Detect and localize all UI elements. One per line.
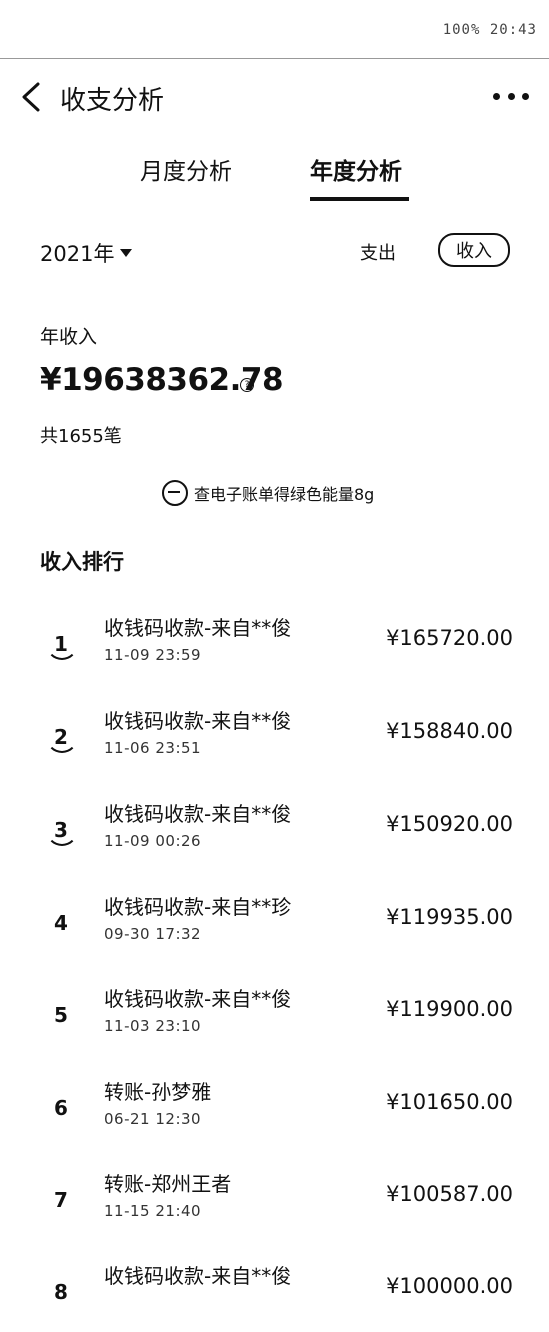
- rank-number: 8: [54, 1280, 68, 1304]
- transaction-amount: ¥158840.00: [386, 719, 513, 743]
- back-button[interactable]: [18, 80, 48, 114]
- rank-number: 2: [54, 725, 68, 749]
- chevron-left-icon: [22, 82, 40, 112]
- caret-down-icon: [120, 249, 133, 257]
- transaction-amount: ¥165720.00: [386, 626, 513, 650]
- transaction-name: 收钱码收款-来自**俊: [104, 1264, 292, 1288]
- tab-indicator: [310, 197, 409, 201]
- transaction-name: 收钱码收款-来自**俊: [104, 802, 292, 826]
- transaction-time: 11-03 23:10: [104, 1017, 202, 1035]
- annual-income-label: 年收入: [40, 326, 98, 348]
- tab-monthly[interactable]: 月度分析: [140, 152, 232, 186]
- transaction-time: 11-06 23:51: [104, 739, 202, 757]
- ebill-text: 查电子账单得绿色能量8g: [194, 485, 375, 504]
- income-toggle[interactable]: 收入: [438, 233, 510, 267]
- rank-number: 7: [54, 1188, 68, 1212]
- more-icon-dot: [522, 92, 529, 100]
- transaction-name: 收钱码收款-来自**俊: [104, 709, 292, 733]
- transaction-time: 09-30 17:32: [104, 925, 202, 943]
- rank-number: 5: [54, 1003, 68, 1027]
- help-icon[interactable]: ?: [240, 378, 254, 392]
- transaction-name: 转账-孙梦雅: [104, 1080, 212, 1104]
- tab-yearly[interactable]: 年度分析: [310, 152, 402, 186]
- list-item[interactable]: 7 转账-郑州王者 11-15 21:40 ¥100587.00: [0, 1160, 549, 1240]
- transaction-amount: ¥119900.00: [386, 997, 513, 1021]
- list-item[interactable]: 2 收钱码收款-来自**俊 11-06 23:51 ¥158840.00: [0, 697, 549, 777]
- more-icon-dot: [507, 92, 515, 100]
- page-title: 收支分析: [60, 86, 165, 116]
- transaction-amount: ¥101650.00: [386, 1090, 513, 1114]
- status-text: 100% 20:43: [442, 22, 537, 38]
- transaction-name: 收钱码收款-来自**珍: [104, 895, 292, 919]
- list-item[interactable]: 1 收钱码收款-来自**俊 11-09 23:59 ¥165720.00: [0, 604, 549, 684]
- transaction-amount: ¥100587.00: [386, 1182, 513, 1206]
- transaction-name: 收钱码收款-来自**俊: [104, 987, 292, 1011]
- ebill-link[interactable]: 查电子账单得绿色能量8g: [162, 480, 374, 506]
- rank-number: 4: [54, 911, 68, 935]
- divider: [0, 58, 549, 59]
- transaction-time: 11-09 23:59: [104, 646, 202, 664]
- year-dropdown[interactable]: 2021年: [40, 238, 133, 268]
- more-button[interactable]: [493, 82, 529, 110]
- transaction-time: 11-09 00:26: [104, 832, 202, 850]
- rank-number: 1: [54, 632, 68, 656]
- more-icon: [493, 92, 500, 100]
- transaction-count: 共1655笔: [40, 426, 122, 447]
- bill-icon: [162, 480, 188, 506]
- rank-number: 6: [54, 1096, 68, 1120]
- transaction-amount: ¥119935.00: [386, 905, 513, 929]
- transaction-amount: ¥150920.00: [386, 812, 513, 836]
- year-value: 2021年: [40, 242, 115, 266]
- list-item[interactable]: 3 收钱码收款-来自**俊 11-09 00:26 ¥150920.00: [0, 790, 549, 870]
- transaction-amount: ¥100000.00: [386, 1274, 513, 1298]
- list-item[interactable]: 8 收钱码收款-来自**俊 ¥100000.00: [0, 1252, 549, 1332]
- status-bar: 100% 20:43: [0, 0, 549, 58]
- transaction-time: 06-21 12:30: [104, 1110, 202, 1128]
- rank-number: 3: [54, 818, 68, 842]
- header: 收支分析: [0, 72, 549, 122]
- expense-toggle[interactable]: 支出: [360, 239, 396, 265]
- list-item[interactable]: 4 收钱码收款-来自**珍 09-30 17:32 ¥119935.00: [0, 883, 549, 963]
- list-item[interactable]: 5 收钱码收款-来自**俊 11-03 23:10 ¥119900.00: [0, 975, 549, 1055]
- list-item[interactable]: 6 转账-孙梦雅 06-21 12:30 ¥101650.00: [0, 1068, 549, 1148]
- ranking-title: 收入排行: [40, 550, 124, 574]
- transaction-name: 收钱码收款-来自**俊: [104, 616, 292, 640]
- transaction-name: 转账-郑州王者: [104, 1172, 232, 1196]
- transaction-time: 11-15 21:40: [104, 1202, 202, 1220]
